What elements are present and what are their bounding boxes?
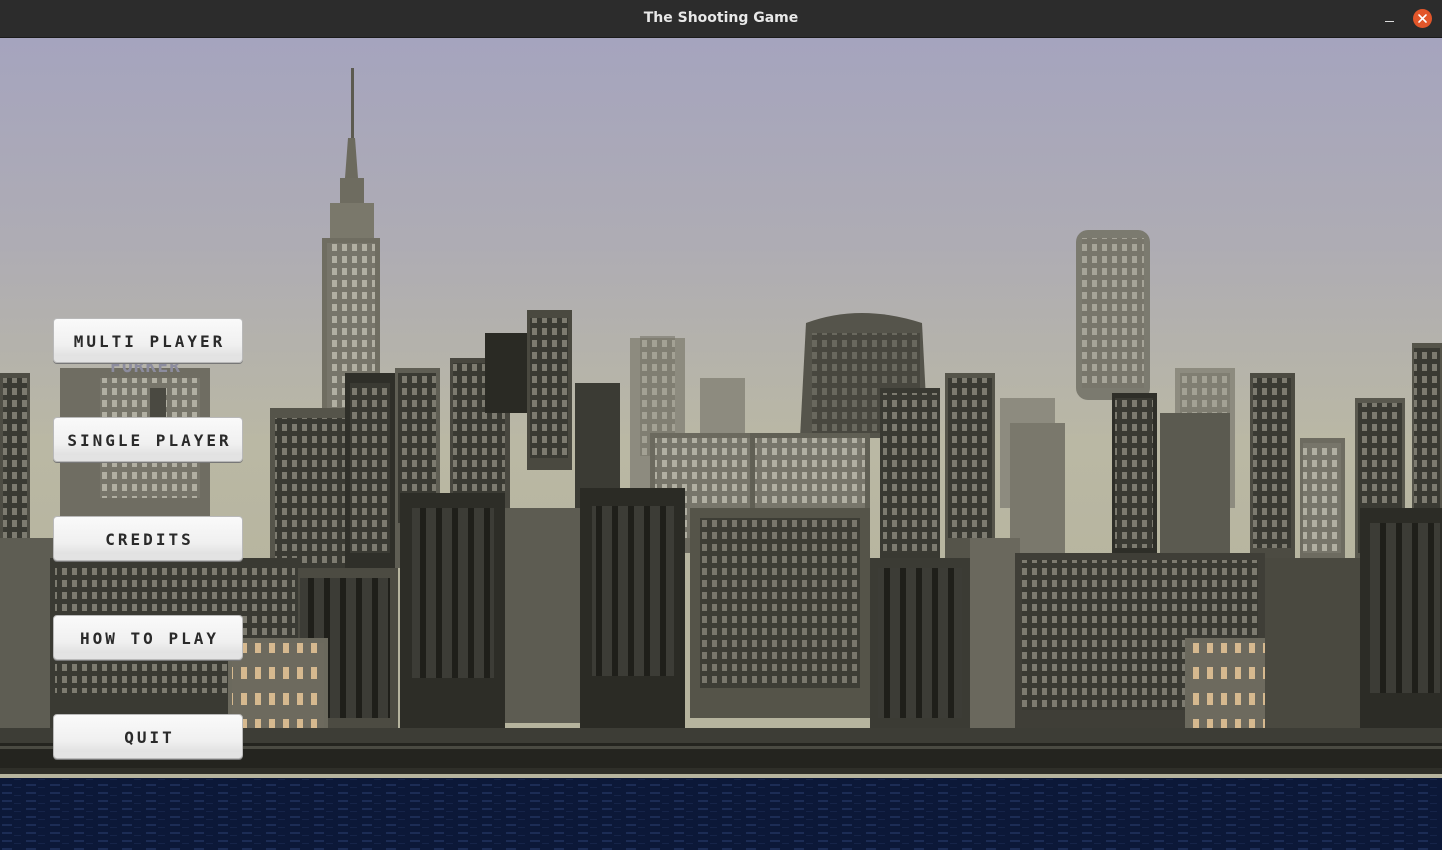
minimize-icon[interactable] <box>1380 9 1400 29</box>
credits-button[interactable]: CREDITS <box>53 516 243 561</box>
game-canvas: FORKER MULTI PLAYER SINGLE PLAYER CREDIT… <box>0 38 1442 850</box>
quit-button[interactable]: QUIT <box>53 714 243 759</box>
game-window: The Shooting Game FORKER MULTI PLAYER SI… <box>0 0 1442 850</box>
multi-player-button[interactable]: MULTI PLAYER <box>53 318 243 363</box>
single-player-button[interactable]: SINGLE PLAYER <box>53 417 243 462</box>
window-title: The Shooting Game <box>643 10 799 26</box>
how-to-play-button[interactable]: HOW TO PLAY <box>53 615 243 660</box>
title-bar: The Shooting Game <box>0 0 1442 38</box>
close-icon[interactable] <box>1413 9 1432 28</box>
